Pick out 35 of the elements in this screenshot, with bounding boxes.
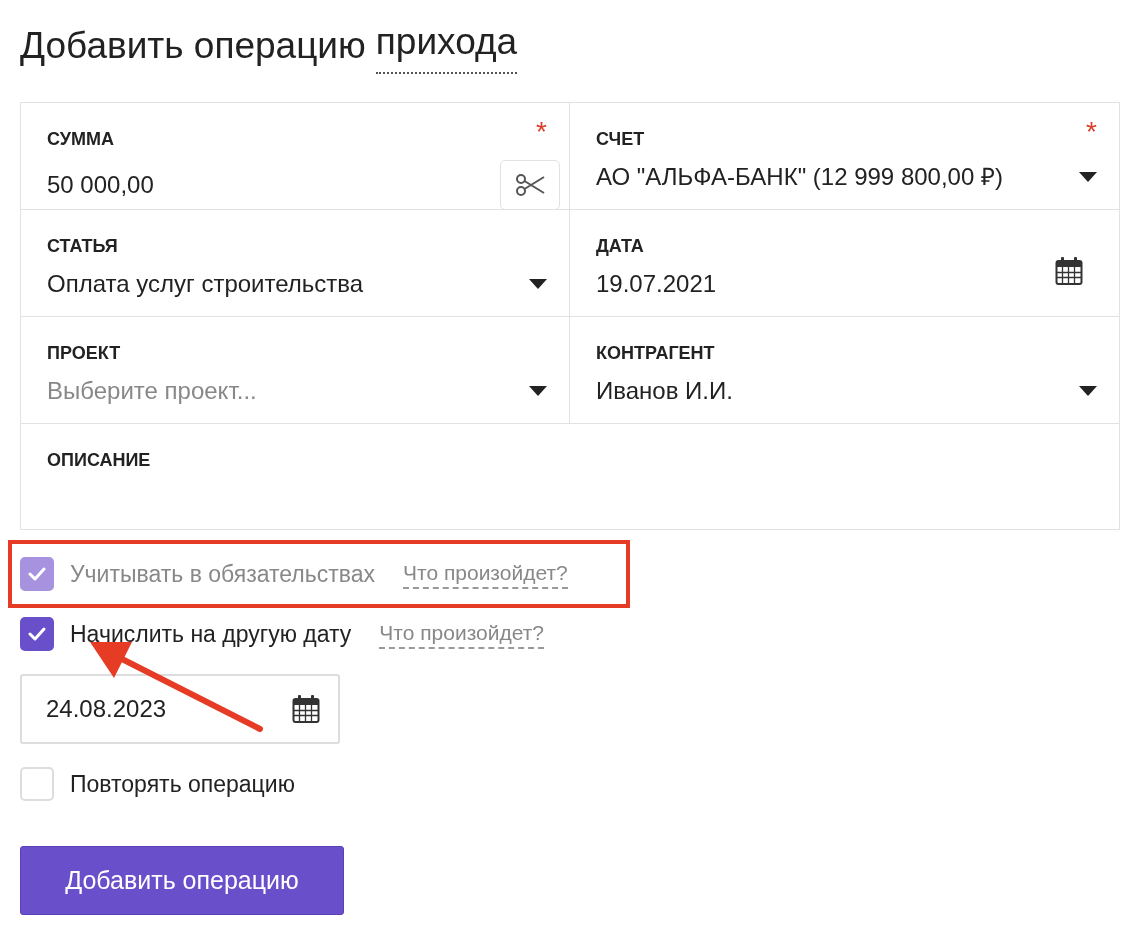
checkbox-label: Повторять операцию xyxy=(70,769,295,799)
checkbox-label: Учитывать в обязательствах xyxy=(70,559,375,589)
date-field[interactable]: 24.08.2023 xyxy=(20,674,340,744)
checkmark-icon xyxy=(28,627,46,641)
required-mark: * xyxy=(1086,117,1097,147)
calendar-icon xyxy=(292,694,320,724)
field-label: ПРОЕКТ xyxy=(47,342,121,365)
input-field[interactable]: 19.07.2021 xyxy=(596,267,717,301)
input-field[interactable]: 50 000,00 xyxy=(47,168,154,202)
help-link[interactable]: Что произойдет? xyxy=(379,619,544,649)
checkbox[interactable] xyxy=(20,617,54,651)
field-label: ДАТА xyxy=(596,235,644,258)
caret-icon xyxy=(1079,172,1097,182)
calendar-icon xyxy=(1055,256,1083,286)
field-label: КОНТРАГЕНТ xyxy=(596,342,715,365)
field-label: СТАТЬЯ xyxy=(47,235,118,258)
type-link[interactable]: прихода xyxy=(375,18,518,74)
checkbox[interactable] xyxy=(20,767,54,801)
page-title: Добавить операцию xyxy=(20,24,366,68)
caret-icon xyxy=(1079,386,1097,396)
field-label: СУММА xyxy=(47,128,114,151)
checkbox-label: Начислить на другую дату xyxy=(70,619,352,649)
caret-icon xyxy=(529,386,547,396)
split-button[interactable] xyxy=(500,160,560,210)
select-value[interactable]: Иванов И.И. xyxy=(596,374,733,408)
caret-icon xyxy=(529,279,547,289)
scissors-icon xyxy=(515,173,545,197)
field-label: СЧЕТ xyxy=(596,128,645,151)
select-placeholder[interactable]: Выберите проект... xyxy=(47,374,257,408)
add-operation-button[interactable]: Добавить операцию xyxy=(20,846,344,915)
select-value[interactable]: Оплата услуг строительства xyxy=(47,267,364,301)
required-mark: * xyxy=(536,117,547,147)
field-label: ОПИСАНИЕ xyxy=(47,449,151,472)
select-value[interactable]: АО "АЛЬФА-БАНК" (12 999 800,00 ₽) xyxy=(596,160,1003,194)
checkmark-icon xyxy=(28,567,46,581)
